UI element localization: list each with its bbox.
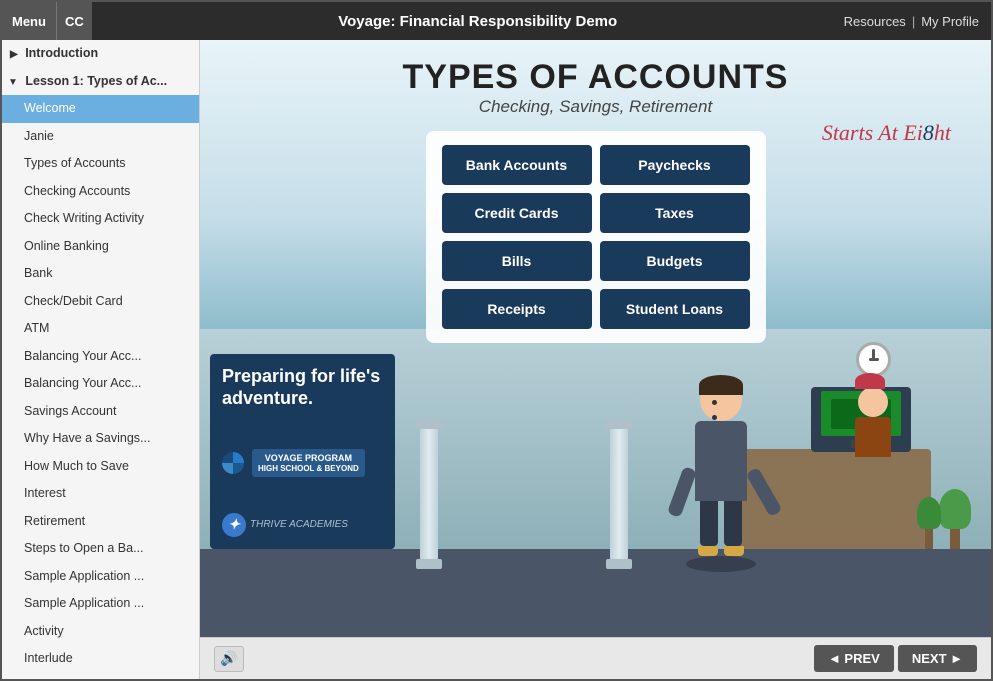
character-face (708, 393, 734, 409)
content-area: TYPES OF ACCOUNTS Checking, Savings, Ret… (200, 40, 991, 679)
character-legs (681, 501, 761, 546)
taxes-button[interactable]: Taxes (600, 193, 750, 233)
sidebar-item-balancing1[interactable]: Balancing Your Acc... (2, 343, 199, 371)
cc-button[interactable]: CC (56, 2, 92, 40)
scene-subtitle: Checking, Savings, Retirement (403, 97, 789, 117)
sidebar-item-lesson2[interactable]: ▶ Lesson 2: Understan... (2, 673, 199, 680)
column-cap-bottom2 (606, 559, 632, 569)
teller-body (855, 417, 891, 457)
sidebar: ▶ Introduction ▼ Lesson 1: Types of Ac..… (2, 40, 200, 679)
char-leg-right (724, 501, 742, 546)
top-bar: Menu CC Voyage: Financial Responsibility… (2, 2, 991, 40)
sidebar-item-whysavings[interactable]: Why Have a Savings... (2, 425, 199, 453)
credit-cards-button[interactable]: Credit Cards (442, 193, 592, 233)
sidebar-item-balancing2[interactable]: Balancing Your Acc... (2, 370, 199, 398)
sidebar-item-lesson1[interactable]: ▼ Lesson 1: Types of Ac... (2, 68, 199, 96)
main-layout: ▶ Introduction ▼ Lesson 1: Types of Ac..… (2, 40, 991, 679)
prev-button[interactable]: ◄ PREV (814, 645, 894, 672)
bank-tree-2 (917, 497, 941, 549)
bank-teller (855, 371, 891, 457)
globe-icon (222, 452, 244, 474)
scene-main-title: TYPES OF ACCOUNTS (403, 58, 789, 97)
character-person (681, 379, 761, 549)
expand-icon: ▼ (8, 76, 18, 90)
char-shoe-right (724, 546, 744, 556)
sidebar-item-bank[interactable]: Bank (2, 260, 199, 288)
bills-button[interactable]: Bills (442, 241, 592, 281)
character-hair (699, 375, 743, 395)
column-cap-bottom (416, 559, 442, 569)
char-eye-left (712, 400, 717, 405)
teller-head-area (855, 371, 891, 417)
sidebar-item-interest[interactable]: Interest (2, 480, 199, 508)
sidebar-item-retirement[interactable]: Retirement (2, 508, 199, 536)
accounts-grid: Bank Accounts Paychecks Credit Cards Tax… (426, 131, 766, 343)
student-loans-button[interactable]: Student Loans (600, 289, 750, 329)
bank-column-right (610, 419, 628, 549)
character-body (695, 421, 747, 501)
bank-floor (200, 547, 991, 637)
sidebar-item-sample1[interactable]: Sample Application ... (2, 563, 199, 591)
character-head (700, 379, 742, 421)
character-torso-area (681, 421, 761, 501)
link-separator: | (912, 14, 915, 29)
bottom-bar: 🔊 ◄ PREV NEXT ► (200, 637, 991, 679)
resources-link[interactable]: Resources (844, 14, 906, 29)
advert-logo-area: VOYAGE PROGRAM HIGH SCHOOL & BEYOND (222, 449, 383, 477)
app-title: Voyage: Financial Responsibility Demo (92, 13, 844, 30)
char-eye-right (712, 415, 717, 420)
sidebar-item-stepsopen[interactable]: Steps to Open a Ba... (2, 535, 199, 563)
scene: TYPES OF ACCOUNTS Checking, Savings, Ret… (200, 40, 991, 637)
top-bar-links: Resources | My Profile (844, 14, 991, 29)
character-shoes (681, 546, 761, 556)
brand-text: Starts At Ei8ht (822, 120, 951, 146)
sidebar-item-howmuch[interactable]: How Much to Save (2, 453, 199, 481)
sidebar-item-savings[interactable]: Savings Account (2, 398, 199, 426)
advertisement-box: Preparing for life's adventure. VOYAGE P… (210, 354, 395, 549)
profile-link[interactable]: My Profile (921, 14, 979, 29)
expand-icon: ▶ (10, 48, 18, 62)
sidebar-item-activity[interactable]: Activity (2, 618, 199, 646)
char-leg-left (700, 501, 718, 546)
thrive-icon: ✦ (222, 513, 246, 537)
voyage-logo: VOYAGE PROGRAM HIGH SCHOOL & BEYOND (252, 449, 365, 477)
app-container: Menu CC Voyage: Financial Responsibility… (0, 0, 993, 681)
advert-headline: Preparing for life's adventure. (222, 366, 383, 409)
receipts-button[interactable]: Receipts (442, 289, 592, 329)
budgets-button[interactable]: Budgets (600, 241, 750, 281)
scene-title-block: TYPES OF ACCOUNTS Checking, Savings, Ret… (403, 40, 789, 121)
bank-tree-1 (939, 489, 971, 549)
teller-face (858, 387, 888, 417)
paychecks-button[interactable]: Paychecks (600, 145, 750, 185)
sidebar-item-welcome[interactable]: Welcome (2, 95, 199, 123)
sidebar-item-atm[interactable]: ATM (2, 315, 199, 343)
column-cap-top (416, 419, 442, 429)
bank-column-left (420, 419, 438, 549)
sidebar-item-sample2[interactable]: Sample Application ... (2, 590, 199, 618)
sidebar-item-introduction[interactable]: ▶ Introduction (2, 40, 199, 68)
sidebar-item-janie[interactable]: Janie (2, 123, 199, 151)
thrive-logo: ✦ THRIVE ACADEMIES (222, 513, 383, 537)
next-button[interactable]: NEXT ► (898, 645, 977, 672)
bank-accounts-button[interactable]: Bank Accounts (442, 145, 592, 185)
menu-button[interactable]: Menu (2, 2, 56, 40)
sidebar-item-online[interactable]: Online Banking (2, 233, 199, 261)
character-shadow (686, 556, 756, 572)
char-shoe-left (698, 546, 718, 556)
sidebar-item-checking[interactable]: Checking Accounts (2, 178, 199, 206)
teller-hair (855, 373, 885, 389)
column-cap-top2 (606, 419, 632, 429)
nav-buttons: ◄ PREV NEXT ► (814, 645, 977, 672)
sidebar-item-types[interactable]: Types of Accounts (2, 150, 199, 178)
sidebar-item-checkwriting[interactable]: Check Writing Activity (2, 205, 199, 233)
volume-button[interactable]: 🔊 (214, 646, 244, 672)
sidebar-item-interlude[interactable]: Interlude (2, 645, 199, 673)
sidebar-item-checkdebit[interactable]: Check/Debit Card (2, 288, 199, 316)
